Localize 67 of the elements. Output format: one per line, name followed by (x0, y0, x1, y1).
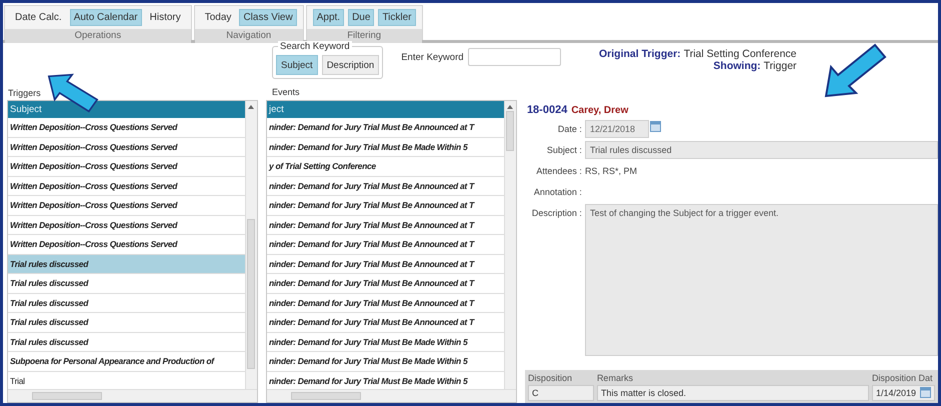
search-option-button[interactable]: Description (322, 55, 380, 75)
scroll-up-icon[interactable] (507, 105, 514, 109)
group-label: Navigation (194, 29, 303, 43)
case-number: 18-0024 (526, 104, 568, 116)
search-option-button[interactable]: Subject (276, 55, 318, 75)
toolbar-button[interactable]: History (146, 9, 185, 26)
events-row[interactable]: ninder: Demand for Jury Trial Must Be Announced at T (266, 216, 504, 235)
events-row[interactable]: ninder: Demand for Jury Trial Must Be Made Within 5 (266, 332, 504, 352)
horizontal-scrollbar[interactable] (266, 389, 516, 402)
client-name: Carey, Drew (571, 105, 628, 116)
keyword-input[interactable] (468, 48, 561, 66)
column-label: Disposition Dat (872, 373, 934, 383)
events-row[interactable]: ninder: Demand for Jury Trial Must Be Made Within 5 (266, 372, 504, 389)
field-label: Description : (530, 207, 583, 218)
calendar-icon[interactable] (650, 120, 661, 132)
scroll-up-icon[interactable] (248, 105, 254, 109)
disposition-field[interactable]: 1/14/2019 (872, 385, 935, 401)
info-label: Original Trigger: (599, 48, 681, 60)
column-header[interactable]: Subject (8, 101, 245, 118)
group-label: Operations (5, 29, 191, 43)
field-label: Annotation : (532, 186, 583, 197)
triggers-row[interactable]: Written Deposition--Cross Questions Served (8, 216, 245, 235)
horizontal-scrollbar[interactable] (8, 389, 257, 402)
scroll-thumb[interactable] (247, 219, 256, 369)
group-legend: Search Keyword (278, 41, 352, 52)
field-label: Subject : (546, 144, 583, 155)
toolbar-button[interactable]: Tickler (378, 9, 416, 26)
vertical-scrollbar[interactable] (244, 101, 257, 389)
vertical-scrollbar[interactable] (504, 101, 516, 389)
toolbar-button[interactable]: Today (200, 9, 236, 26)
info-value: Trial Setting Conference (684, 48, 797, 60)
triggers-row[interactable]: Written Deposition--Cross Questions Served (8, 176, 245, 196)
scroll-thumb[interactable] (506, 111, 514, 151)
disposition-field[interactable]: C (528, 385, 594, 401)
group-label: Filtering (306, 29, 422, 43)
field-value: RS, RS*, PM (584, 165, 637, 176)
info-value: Trigger (764, 60, 797, 72)
toolbar-button[interactable]: Class View (239, 9, 297, 26)
triggers-row[interactable]: Written Deposition--Cross Questions Served (8, 138, 245, 157)
toolbar-button[interactable]: Date Calc. (11, 9, 66, 26)
events-title: Events (272, 87, 301, 97)
events-row[interactable]: ninder: Demand for Jury Trial Must Be Announced at T (266, 294, 504, 313)
disposition-field[interactable]: This matter is closed. (596, 385, 869, 401)
toolbar-button[interactable]: Due (348, 9, 374, 26)
calendar-icon[interactable] (920, 386, 931, 398)
scroll-thumb[interactable] (32, 392, 102, 400)
description-field[interactable]: Test of changing the Subject for a trigger event. (584, 204, 938, 356)
events-row[interactable]: ninder: Demand for Jury Trial Must Be Announced at T (266, 176, 504, 196)
toolbar-button[interactable]: Appt. (312, 9, 344, 26)
arrow-icon (823, 43, 887, 99)
field-label: Date : (556, 123, 583, 134)
field-label: Attendees : (535, 165, 583, 176)
subject-field[interactable]: Trial rules discussed (584, 141, 938, 159)
column-label: Disposition (528, 373, 573, 383)
triggers-row[interactable]: Trial rules discussed (8, 332, 245, 352)
info-label: Showing: (713, 60, 761, 72)
column-label: Remarks (596, 373, 634, 383)
arrow-icon (47, 73, 99, 113)
date-field[interactable]: 12/21/2018 (584, 120, 649, 138)
events-row[interactable]: ninder: Demand for Jury Trial Must Be Announced at T (266, 254, 504, 274)
triggers-row[interactable]: Trial rules discussed (8, 254, 245, 274)
triggers-row[interactable]: Trial rules discussed (8, 294, 245, 313)
column-header[interactable]: ject (266, 101, 504, 118)
keyword-label: Enter Keyword (401, 52, 464, 65)
toolbar-button[interactable]: Auto Calendar (70, 9, 142, 26)
scroll-thumb[interactable] (290, 392, 361, 400)
events-row[interactable]: ninder: Demand for Jury Trial Must Be Made Within 5 (266, 138, 504, 157)
